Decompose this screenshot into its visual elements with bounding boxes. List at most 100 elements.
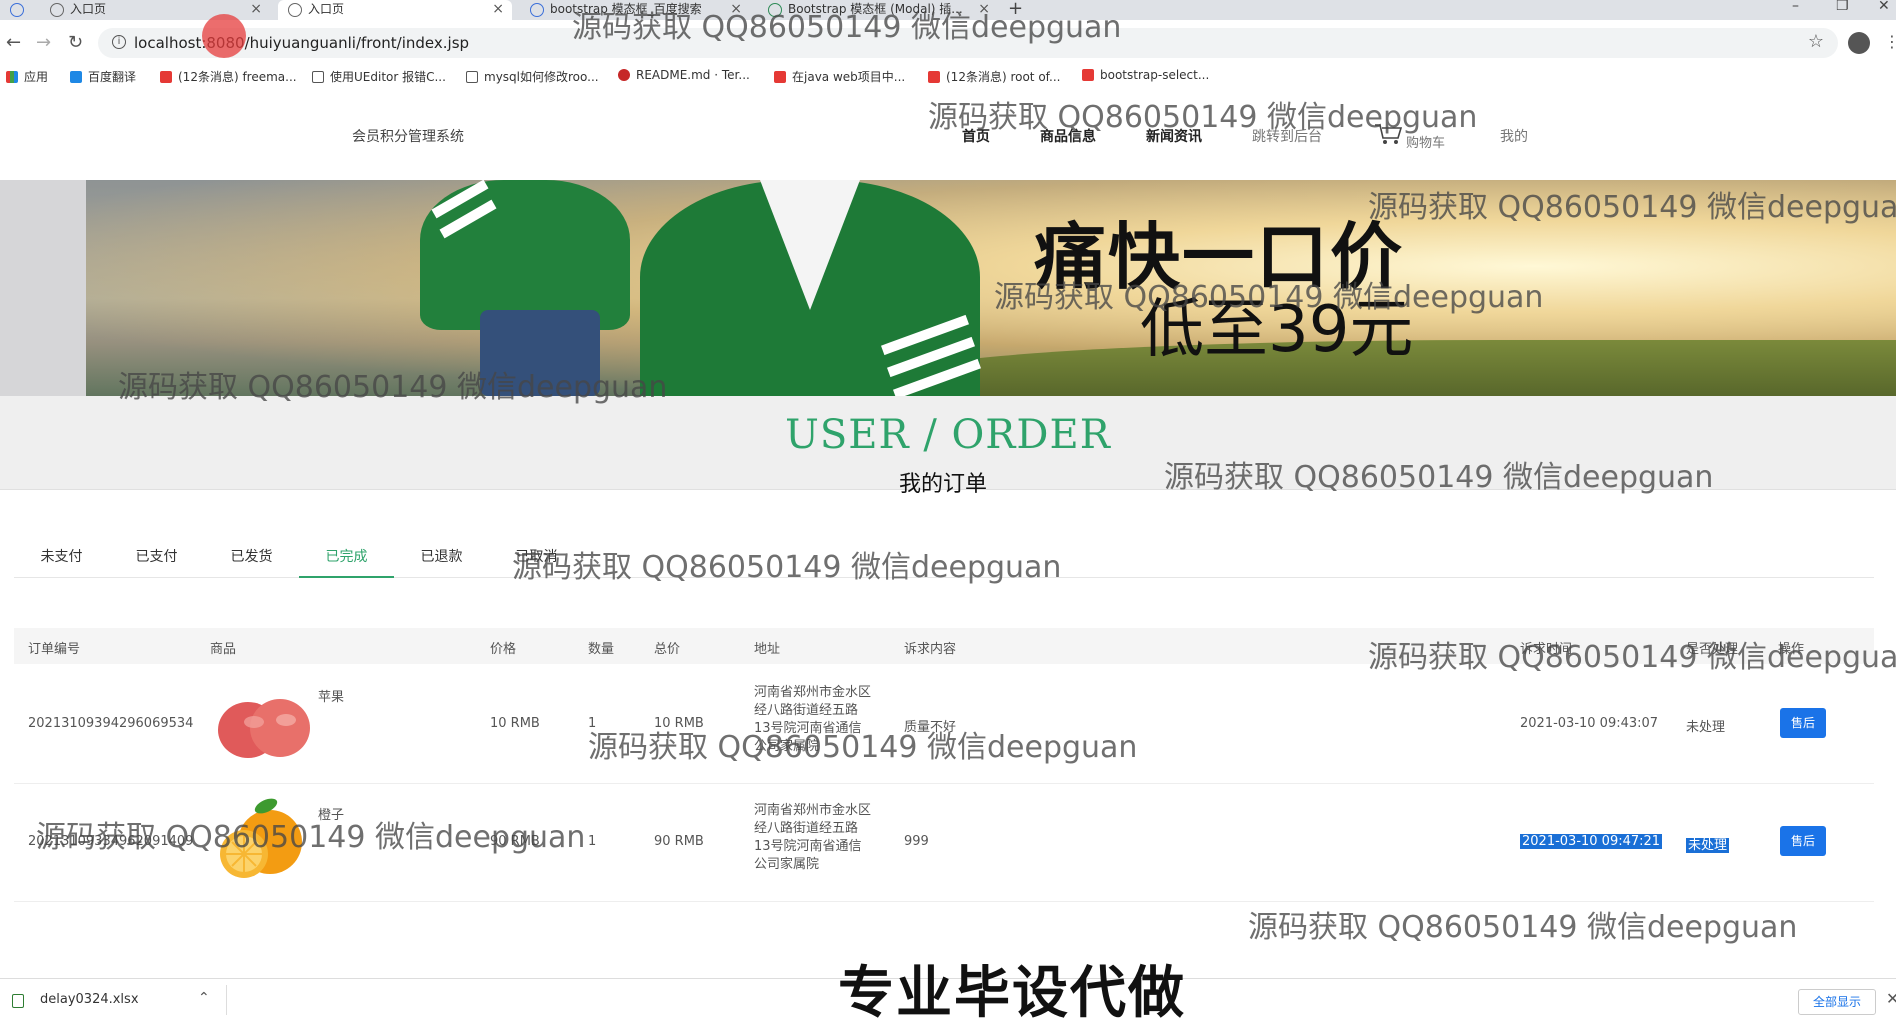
tab-label: 入口页	[70, 2, 107, 16]
back-icon[interactable]: ←	[6, 32, 21, 53]
col-qty: 数量	[588, 642, 615, 657]
watermark-text: 源码获取 QQ86050149 微信deepguan	[512, 550, 1062, 585]
bookmark-item[interactable]: 使用UEditor 报错C...	[312, 68, 446, 85]
tab-paid[interactable]: 已支付	[109, 546, 204, 578]
bookmark-favicon-icon	[70, 71, 82, 83]
watermark-text: 源码获取 QQ86050149 微信deepguan	[572, 10, 1122, 45]
nav-mine[interactable]: 我的	[1500, 126, 1528, 146]
site-title: 会员积分管理系统	[352, 129, 464, 145]
bookmark-item[interactable]: mysql如何修改roo...	[466, 68, 599, 85]
bookmark-favicon-icon	[466, 71, 478, 83]
bookmark-favicon-icon	[312, 71, 324, 83]
download-filename[interactable]: delay0324.xlsx	[40, 992, 139, 1007]
cell-request: 999	[904, 834, 929, 849]
restore-icon[interactable]: ❐	[1836, 0, 1849, 14]
after-sale-button[interactable]: 售后	[1780, 708, 1826, 738]
gitee-icon	[618, 69, 630, 81]
reload-icon[interactable]: ↻	[68, 32, 83, 53]
site-info-icon[interactable]: i	[112, 35, 126, 49]
watermark-text: 源码获取 QQ86050149 微信deepguan	[118, 370, 668, 405]
tab-refunded[interactable]: 已退款	[394, 546, 489, 578]
cell-product-name: 苹果	[318, 690, 345, 705]
bookmark-label: README.md · Ter...	[636, 68, 750, 82]
watermark-text: 源码获取 QQ86050149 微信deepguan	[928, 100, 1478, 135]
watermark-text: 源码获取 QQ86050149 微信deepguan	[36, 820, 586, 855]
watermark-text: 源码获取 QQ86050149 微信deepguan	[1248, 910, 1798, 945]
cell-status: 未处理	[1686, 720, 1726, 735]
video-caption: 专业毕设代做	[838, 961, 1186, 1026]
col-product: 商品	[210, 642, 237, 657]
bookmark-star-icon[interactable]: ☆	[1808, 31, 1824, 52]
close-icon[interactable]: ✕	[1886, 989, 1896, 1008]
watermark-text: 源码获取 QQ86050149 微信deepguan	[1164, 460, 1714, 495]
cell-request-time: 2021-03-10 09:47:21	[1520, 834, 1663, 849]
tab-shipped[interactable]: 已发货	[204, 546, 299, 578]
watermark-text: 源码获取 QQ86050149 微信deepguan	[994, 280, 1544, 315]
divider	[226, 985, 227, 1015]
cell-order-no: 20213109394296069534	[28, 716, 194, 731]
mouse-cursor-highlight	[202, 14, 246, 58]
bookmark-label: 使用UEditor 报错C...	[330, 70, 446, 84]
forward-icon[interactable]: →	[36, 32, 51, 53]
bookmark-favicon-icon	[1082, 69, 1094, 81]
cell-request-time: 2021-03-10 09:43:07	[1520, 716, 1659, 731]
bookmark-label: bootstrap-select...	[1100, 68, 1210, 82]
cell-price: 10 RMB	[490, 716, 540, 731]
apple-product-image	[218, 699, 310, 758]
col-total: 总价	[654, 642, 681, 657]
col-address: 地址	[754, 642, 781, 657]
tab-baidu-pinned[interactable]	[0, 0, 36, 20]
tab-close-icon[interactable]: ×	[492, 0, 504, 18]
cell-status: 未处理	[1686, 834, 1730, 853]
url-text[interactable]: localhost:8080/huiyuanguanli/front/index…	[134, 34, 469, 52]
bookmark-item[interactable]: 在java web项目中...	[774, 68, 905, 85]
tab-unpaid[interactable]: 未支付	[14, 546, 109, 578]
cell-qty: 1	[588, 834, 597, 849]
col-request: 诉求内容	[904, 642, 957, 657]
bookmark-item[interactable]: bootstrap-select...	[1082, 68, 1209, 82]
tab-completed[interactable]: 已完成	[299, 546, 394, 578]
bookmark-item[interactable]: (12条消息) root of...	[928, 68, 1060, 85]
tab-close-icon[interactable]: ×	[250, 0, 262, 18]
csdn-icon	[160, 71, 172, 83]
watermark-text: 源码获取 QQ86050149 微信deepguan	[588, 730, 1138, 765]
tab-entry-2[interactable]: 入口页 ×	[278, 0, 512, 20]
bookmark-label: 在java web项目中...	[792, 70, 906, 84]
menu-kebab-icon[interactable]: ⋮	[1884, 32, 1896, 51]
after-sale-button[interactable]: 售后	[1780, 826, 1826, 856]
cell-address: 河南省郑州市金水区经八路街道经五路13号院河南省通信公司家属院	[754, 803, 872, 872]
bookmark-label: (12条消息) freema...	[178, 70, 297, 84]
banner-edge	[0, 180, 86, 396]
url-path: /huiyuanguanli/front/index.jsp	[244, 34, 470, 52]
csdn-icon	[774, 71, 786, 83]
apps-grid-icon	[6, 71, 18, 83]
watermark-text: 源码获取 QQ86050149 微信deepguan	[1368, 190, 1896, 225]
chevron-up-icon[interactable]: ⌃	[198, 990, 210, 1006]
bookmark-label: (12条消息) root of...	[946, 70, 1061, 84]
bookmarks-bar: 应用 百度翻译 (12条消息) freema... 使用UEditor 报错C.…	[0, 64, 1896, 88]
close-window-icon[interactable]: ✕	[1878, 0, 1890, 14]
profile-avatar-icon[interactable]	[1848, 32, 1870, 54]
minimize-icon[interactable]: –	[1792, 0, 1799, 14]
bookmark-apps[interactable]: 应用	[6, 68, 48, 85]
globe-icon	[50, 3, 64, 17]
cell-total: 90 RMB	[654, 834, 704, 849]
csdn-icon	[928, 71, 940, 83]
col-price: 价格	[490, 642, 517, 657]
bookmark-item[interactable]: 百度翻译	[70, 68, 136, 85]
excel-file-icon	[12, 994, 24, 1008]
bookmark-item[interactable]: (12条消息) freema...	[160, 68, 297, 85]
selected-text: 未处理	[1686, 838, 1730, 853]
globe-icon	[288, 3, 302, 17]
selected-text: 2021-03-10 09:47:21	[1520, 834, 1663, 849]
bookmark-label: 百度翻译	[88, 70, 137, 84]
col-order-no: 订单编号	[28, 642, 81, 657]
show-all-downloads-button[interactable]: 全部显示	[1798, 989, 1876, 1015]
bookmark-item[interactable]: README.md · Ter...	[618, 68, 750, 82]
watermark-text: 源码获取 QQ86050149 微信deepguan	[1368, 640, 1896, 675]
bookmark-label: mysql如何修改roo...	[484, 70, 599, 84]
paw-icon	[530, 3, 544, 17]
paw-icon	[10, 3, 24, 17]
bookmark-label: 应用	[24, 70, 49, 84]
tab-label: 入口页	[308, 2, 345, 16]
